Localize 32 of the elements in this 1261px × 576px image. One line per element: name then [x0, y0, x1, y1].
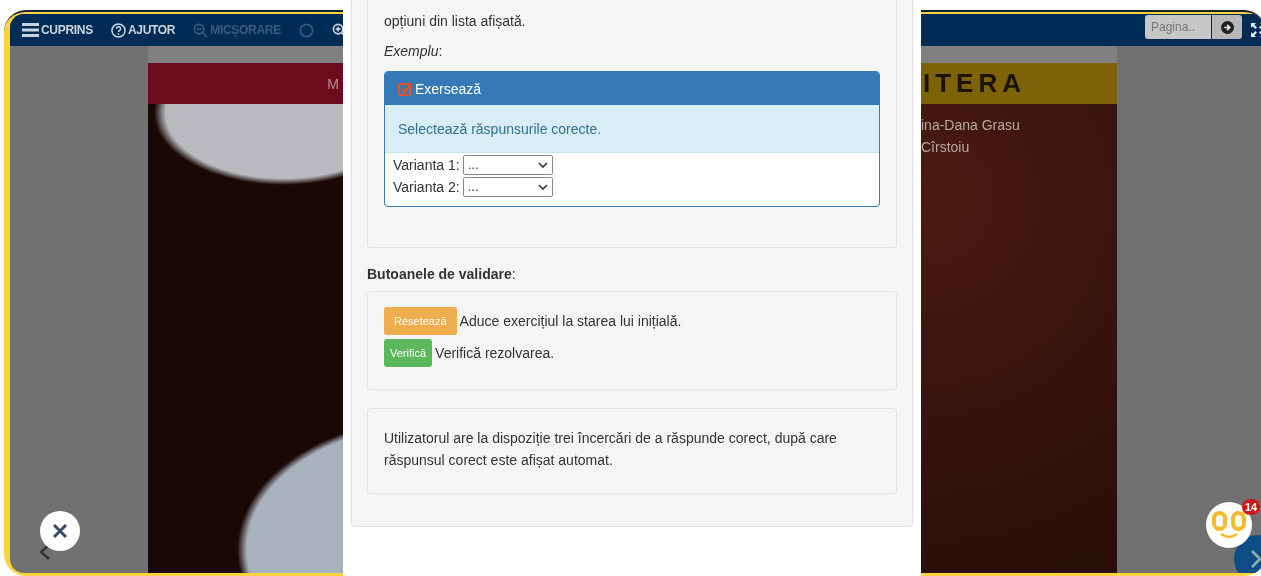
arrow-right-circle-icon	[1220, 20, 1234, 34]
exercise-title: Exersează	[415, 79, 482, 99]
notification-badge: 14	[1242, 499, 1260, 515]
example-label: Exemplu:	[384, 42, 444, 61]
caret-down-icon	[537, 183, 548, 191]
intro-text: opțiuni din lista afișată.	[384, 12, 527, 31]
author-name: Cîrstoiu	[921, 138, 971, 157]
option-label: Varianta 1:	[393, 156, 460, 175]
option-dropdown[interactable]: ...	[462, 177, 553, 197]
zoom-out-icon	[193, 22, 209, 38]
toolbar-button[interactable]: AJUTOR	[101, 14, 185, 46]
book-title: ITERA	[923, 68, 1026, 99]
close-icon	[51, 522, 69, 540]
caret-down-icon	[537, 161, 548, 169]
list-icon	[22, 23, 39, 37]
option-label: Varianta 2:	[393, 178, 460, 197]
button-description: Verifică rezolvarea.	[435, 345, 555, 361]
go-button[interactable]	[1212, 15, 1242, 39]
toolbar-button[interactable]: CUPRINS	[13, 14, 102, 46]
book-title: M	[327, 75, 339, 92]
instruction-text: Selectează răspunsurile corecte.	[398, 119, 602, 139]
note-text: Utilizatorul are la dispoziție trei încercări de a răspunde corect, după care răspunsul corect este afișat automat.	[384, 429, 838, 470]
button-description: Aduce exercițiul la starea lui inițială.	[459, 313, 682, 329]
smiley-icon	[1210, 509, 1248, 541]
author-name: ina-Dana Grasu	[921, 116, 1021, 135]
chevron-left-icon[interactable]	[38, 543, 52, 561]
section-heading: Butoanele de validare:	[367, 265, 517, 284]
page-input-field[interactable]: Pagina..	[1145, 15, 1211, 39]
chevron-right-icon	[1249, 549, 1261, 569]
help-icon	[110, 22, 126, 38]
close-button[interactable]	[40, 511, 80, 551]
option-dropdown[interactable]: ...	[462, 155, 553, 175]
